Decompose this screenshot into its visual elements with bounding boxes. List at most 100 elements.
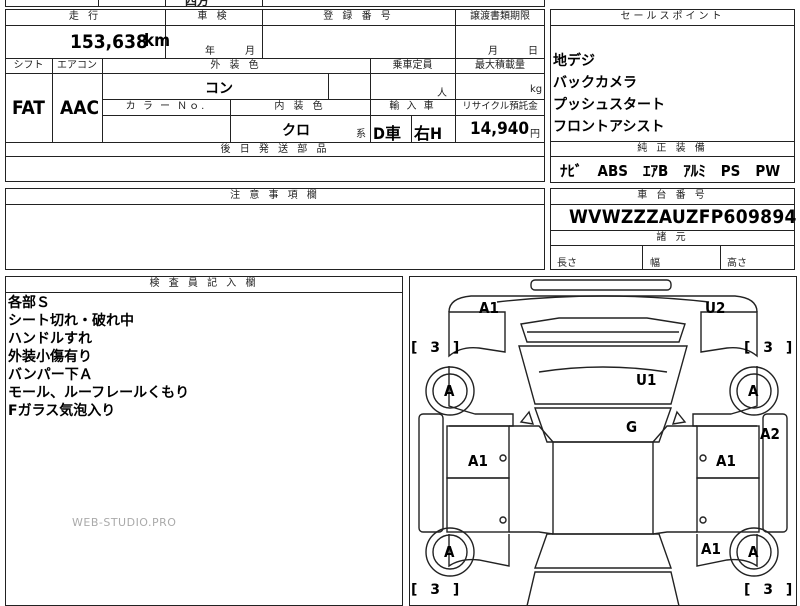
- load-unit: kg: [530, 84, 543, 95]
- top-cut-row: [5, 0, 545, 7]
- recycle-unit: 円: [530, 129, 540, 140]
- aircon-header: エアコン: [57, 60, 97, 71]
- mark-wheel-rl: A: [444, 543, 455, 561]
- door-handle: [699, 454, 707, 462]
- divider: [165, 0, 166, 7]
- divider: [262, 0, 263, 7]
- car-outline-diagram: [418, 279, 788, 606]
- inspector-notes-list: 各部Ｓ シート切れ・破れ中 ハンドルすれ 外装小傷有り バンパー下Ａ モール、ル…: [8, 294, 189, 420]
- inspector-header: 検 査 員 記 入 欄: [149, 278, 259, 289]
- shift-header: シフト: [13, 60, 44, 71]
- interior-color-value: クロ: [282, 123, 310, 139]
- hood-shape: [518, 345, 688, 405]
- later-parts-header: 後 日 発 送 部 品: [220, 144, 330, 155]
- inspector-note: 各部Ｓ: [8, 295, 50, 311]
- capacity-header: 乗車定員: [392, 60, 433, 71]
- left-rear-fender-shape: [448, 534, 510, 568]
- sales-point-item: フロントアシスト: [553, 119, 665, 135]
- capacity-unit: 人: [437, 88, 447, 99]
- sales-points-list: 地デジ バックカメラ プッシュスタート フロントアシスト: [553, 50, 665, 138]
- transfer-deadline-header: 譲渡書類期限: [470, 11, 530, 22]
- divider: [411, 115, 412, 142]
- divider: [720, 245, 721, 270]
- grille-shape: [520, 317, 686, 343]
- notes-header: 注 意 事 項 欄: [230, 190, 320, 201]
- tread-fl: [ 3 ]: [411, 340, 464, 356]
- steering-value: 右H: [414, 124, 443, 143]
- windshield-shape: [534, 407, 672, 443]
- rear-window-shape: [534, 533, 672, 569]
- transfer-day: 日: [528, 46, 538, 57]
- interior-suffix: 系: [356, 129, 366, 140]
- exterior-color-header: 外 装 色: [210, 60, 262, 71]
- tread-rl: [ 3 ]: [411, 582, 464, 598]
- dim-height-label: 高さ: [727, 258, 747, 269]
- tread-fr: [ 3 ]: [744, 340, 797, 356]
- equipment-value: ﾅﾋﾞ ABS ｴｱB ｱﾙﾐ PS PW: [560, 162, 781, 180]
- chassis-number: WVWZZZAUZFP609894: [569, 206, 797, 228]
- divider: [5, 204, 545, 205]
- watermark: WEB-STUDIO.PRO: [72, 516, 177, 529]
- mark-left-door: A1: [468, 452, 488, 470]
- chassis-header: 車 台 番 号: [637, 190, 708, 201]
- mark-roof: G: [626, 418, 638, 436]
- divider: [98, 0, 99, 7]
- transfer-month: 月: [488, 46, 498, 57]
- top-cut-text: 四方: [185, 0, 210, 8]
- right-mirror-shape: [671, 410, 687, 425]
- mark-wheel-fr: A: [748, 382, 759, 400]
- dimensions-header: 諸 元: [656, 232, 689, 243]
- equipment-header: 純 正 装 備: [637, 143, 708, 154]
- inspector-note: Fガラス気泡入り: [8, 403, 116, 419]
- divider: [5, 73, 545, 74]
- left-rear-door-shape: [446, 477, 510, 533]
- divider: [642, 245, 643, 270]
- mark-hood: U1: [636, 371, 657, 389]
- dim-length-label: 長さ: [557, 258, 577, 269]
- mileage-header: 走 行: [68, 11, 102, 22]
- inspection-month-unit: 月: [245, 46, 255, 57]
- mark-right-rear-fender: A1: [701, 540, 721, 558]
- color-no-header: カ ラ ー Ｎｏ.: [125, 101, 207, 112]
- aircon-value: AAC: [60, 97, 100, 119]
- door-handle: [699, 516, 707, 524]
- divider: [550, 245, 795, 246]
- front-lip-line: [496, 295, 710, 303]
- divider: [5, 25, 545, 26]
- left-rocker-shape: [418, 413, 444, 533]
- inspector-note: バンパー下Ａ: [8, 367, 93, 383]
- inspection-header: 車 検: [197, 11, 230, 22]
- mark-wheel-fl: A: [444, 382, 455, 400]
- mileage-unit: km: [144, 31, 171, 51]
- divider: [328, 73, 329, 99]
- later-parts-cell: [5, 156, 545, 182]
- divider: [5, 292, 403, 293]
- recycle-fee-value: 14,940: [470, 119, 530, 139]
- import-header: 輸 入 車: [389, 101, 436, 112]
- mileage-value: 153,638: [70, 31, 148, 53]
- door-handle: [499, 516, 507, 524]
- divider: [550, 25, 795, 26]
- trunk-shape: [526, 571, 680, 606]
- mark-wheel-rr: A: [748, 543, 759, 561]
- left-mirror-shape: [519, 410, 535, 425]
- mark-right-side: A2: [760, 425, 780, 443]
- inspector-note: モール、ルーフレールくもり: [8, 385, 190, 401]
- sales-point-item: バックカメラ: [553, 75, 637, 91]
- shift-value: FAT: [12, 97, 45, 119]
- inspector-note: ハンドルすれ: [8, 331, 92, 347]
- inspector-note: 外装小傷有り: [8, 349, 92, 365]
- dim-width-label: 幅: [650, 258, 660, 269]
- sales-points-header: セールスポイント: [620, 11, 725, 22]
- divider: [102, 115, 545, 116]
- front-bumper-shape: [530, 279, 672, 291]
- recycle-header: リサイクル預託金: [462, 101, 538, 112]
- door-handle: [499, 454, 507, 462]
- divider: [550, 156, 795, 157]
- mark-right-door: A1: [716, 452, 736, 470]
- registration-header: 登 録 番 号: [323, 11, 394, 22]
- divider: [550, 204, 795, 205]
- right-rear-door-shape: [696, 477, 760, 533]
- left-side-line: [448, 366, 514, 427]
- inspection-year-unit: 年: [205, 46, 215, 57]
